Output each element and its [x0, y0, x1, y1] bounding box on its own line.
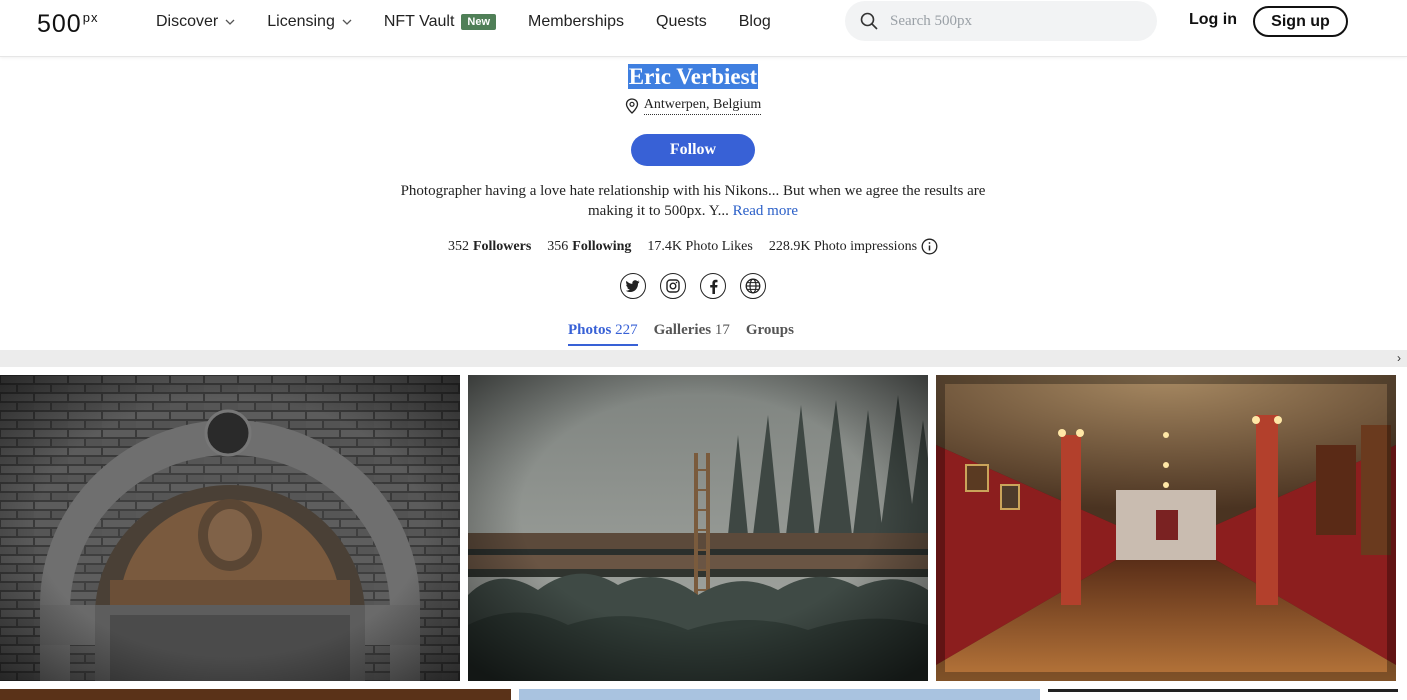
- read-more-link[interactable]: Read more: [733, 203, 798, 219]
- photo-row2-left[interactable]: [0, 689, 511, 700]
- following-label: Following: [572, 238, 632, 254]
- followers-count: 352: [447, 238, 469, 254]
- top-navigation-bar: 500px Discover Licensing NFT Vault New Me…: [0, 0, 1407, 57]
- nav-memberships[interactable]: Memberships: [528, 13, 624, 31]
- nav-nft-vault[interactable]: NFT Vault New: [383, 13, 497, 31]
- main-nav: Discover Licensing NFT Vault New Membersh…: [156, 0, 803, 44]
- instagram-icon[interactable]: [660, 273, 686, 299]
- nav-licensing[interactable]: Licensing: [267, 13, 352, 31]
- profile-bio: Photographer having a love hate relation…: [393, 181, 993, 221]
- logo-text: 500: [37, 10, 82, 38]
- nav-blog[interactable]: Blog: [739, 13, 771, 31]
- login-link[interactable]: Log in: [1189, 11, 1237, 29]
- search-bar[interactable]: [845, 1, 1157, 41]
- chevron-down-icon: [225, 19, 235, 25]
- info-icon[interactable]: [921, 238, 938, 255]
- signup-button[interactable]: Sign up: [1253, 6, 1348, 37]
- nav-discover-label: Discover: [156, 13, 219, 30]
- nav-licensing-label: Licensing: [267, 13, 335, 30]
- nav-nft-vault-label: NFT Vault: [383, 13, 455, 30]
- following-count: 356: [547, 238, 569, 254]
- tab-photos-count: 227: [615, 322, 638, 338]
- search-input[interactable]: [890, 12, 1140, 30]
- twitter-icon[interactable]: [620, 273, 646, 299]
- photo-red-museum-hall[interactable]: [936, 375, 1396, 681]
- tab-groups[interactable]: Groups: [746, 322, 794, 346]
- photo-likes-stat: 17.4K Photo Likes: [647, 238, 752, 255]
- nav-blog-label: Blog: [738, 13, 771, 30]
- photo-likes-count: 17.4K: [647, 238, 683, 254]
- tab-galleries-label: Galleries: [653, 322, 712, 338]
- profile-name-text: Eric Verbiest: [627, 64, 759, 89]
- nav-quests-label: Quests: [656, 13, 707, 30]
- photo-impressions-label: Photo impressions: [813, 238, 918, 254]
- tab-photos-label: Photos: [568, 322, 612, 338]
- grid-top-strip: [0, 350, 1407, 367]
- nav-discover[interactable]: Discover: [156, 13, 235, 31]
- new-badge: New: [461, 14, 497, 30]
- profile-name: Eric Verbiest: [0, 64, 1386, 90]
- location-text[interactable]: Antwerpen, Belgium: [643, 97, 762, 115]
- facebook-icon[interactable]: [700, 273, 726, 299]
- tab-photos[interactable]: Photos 227: [568, 322, 638, 346]
- following-stat[interactable]: 356 Following: [547, 238, 631, 255]
- followers-stat[interactable]: 352 Followers: [448, 238, 531, 255]
- tab-groups-label: Groups: [745, 322, 794, 338]
- logo-superscript: px: [82, 10, 99, 25]
- 500px-logo[interactable]: 500px: [37, 10, 98, 39]
- photo-likes-label: Photo Likes: [685, 238, 753, 254]
- photo-pipes-ladder-trees[interactable]: [468, 375, 928, 681]
- profile-stats: 352 Followers 356 Following 17.4K Photo Li…: [0, 238, 1386, 255]
- nav-memberships-label: Memberships: [528, 13, 625, 30]
- search-icon: [860, 12, 878, 30]
- photo-row2-middle[interactable]: [519, 689, 1040, 700]
- close-icon[interactable]: ›: [1397, 350, 1407, 367]
- photo-brick-archway-image: [0, 375, 460, 681]
- photo-brick-archway[interactable]: [0, 375, 460, 681]
- website-globe-icon[interactable]: [740, 273, 766, 299]
- tab-galleries[interactable]: Galleries 17: [654, 322, 730, 346]
- tab-galleries-count: 17: [714, 322, 730, 338]
- profile-location: Antwerpen, Belgium: [0, 97, 1386, 115]
- photo-red-museum-hall-image: [936, 375, 1396, 681]
- follow-button[interactable]: Follow: [631, 134, 755, 166]
- chevron-down-icon: [342, 19, 352, 25]
- social-links: [620, 273, 780, 299]
- photo-row2-right[interactable]: [1048, 689, 1398, 700]
- photo-impressions-stat: 228.9K Photo impressions: [769, 238, 938, 255]
- location-pin-icon: [625, 98, 638, 114]
- photo-impressions-count: 228.9K: [768, 238, 811, 254]
- photo-pipes-ladder-trees-image: [468, 375, 928, 681]
- bio-text: Photographer having a love hate relation…: [400, 183, 986, 219]
- profile-tabs: Photos 227 Galleries 17 Groups: [568, 322, 810, 346]
- nav-quests[interactable]: Quests: [656, 13, 707, 31]
- followers-label: Followers: [472, 238, 532, 254]
